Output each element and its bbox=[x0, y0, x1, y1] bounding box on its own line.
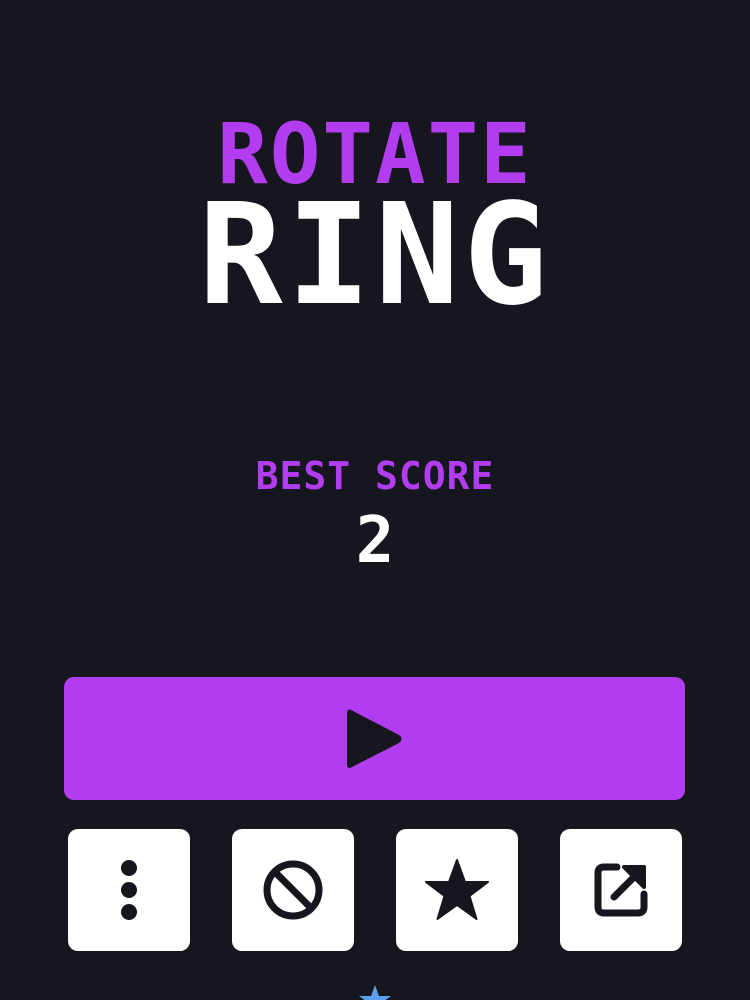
game-screen: ROTATE RING BEST SCORE 2 bbox=[0, 0, 750, 1000]
game-title-ring: RING bbox=[198, 174, 552, 337]
rate-button[interactable] bbox=[396, 829, 518, 951]
menu-button[interactable] bbox=[68, 829, 190, 951]
best-score-label: BEST SCORE bbox=[255, 454, 495, 498]
partial-star-icon bbox=[358, 984, 392, 1000]
share-icon bbox=[594, 863, 648, 917]
best-score-value: 2 bbox=[355, 504, 395, 578]
no-ads-icon bbox=[263, 860, 323, 920]
play-icon bbox=[346, 709, 401, 768]
no-ads-button[interactable] bbox=[232, 829, 354, 951]
star-icon bbox=[425, 859, 489, 920]
more-vertical-icon bbox=[121, 860, 137, 920]
share-button[interactable] bbox=[560, 829, 682, 951]
play-button[interactable] bbox=[64, 677, 685, 800]
